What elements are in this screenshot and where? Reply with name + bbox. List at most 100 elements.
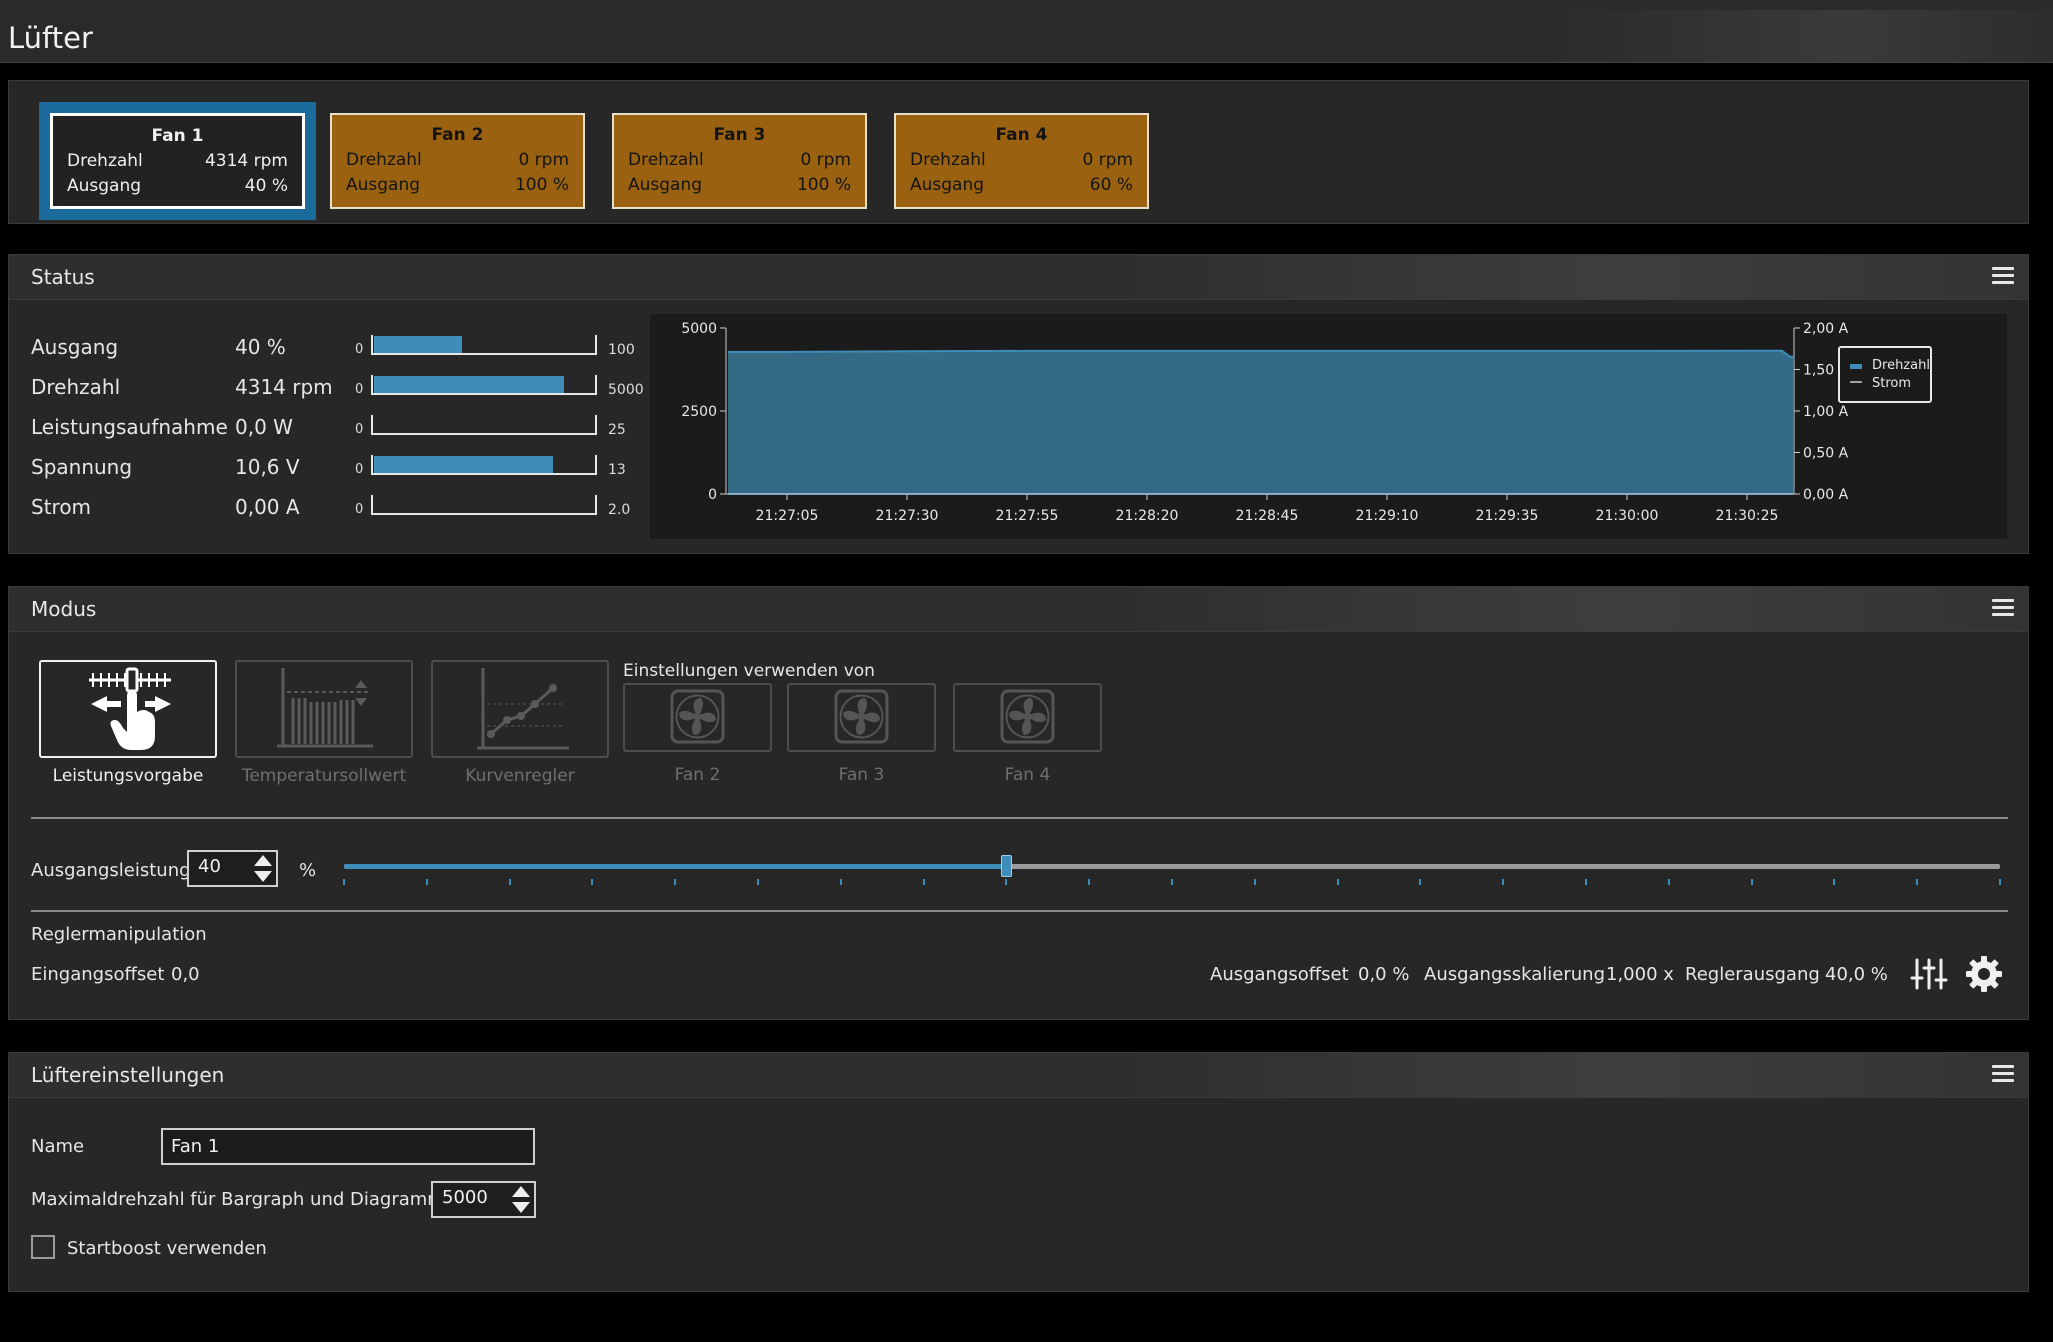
x-tick-label: 21:27:05 (756, 508, 819, 524)
bar-max-label: 2.0 (608, 502, 631, 518)
status-panel: Status Ausgang 40 % 0 100 Drehzahl 4314 … (8, 254, 2029, 554)
slider-tick (508, 879, 511, 885)
output-power-slider[interactable] (344, 855, 2000, 877)
slider-tick (1419, 879, 1422, 885)
fan-card-name: Fan 3 (713, 125, 766, 145)
copy-from-fan-4-button[interactable] (953, 683, 1102, 752)
fan-card-output: 60 % (1089, 175, 1133, 195)
divider (31, 910, 2008, 912)
bar-min-label: 0 (355, 422, 364, 437)
fan-card-rpm: 0 rpm (800, 150, 851, 170)
fan-card-4[interactable]: Fan 4 Drehzahl 0 rpm Ausgang 60 % (894, 113, 1149, 209)
status-value: 40 % (235, 335, 286, 359)
slider-tick (1750, 879, 1753, 885)
slider-tick (425, 879, 428, 885)
y-left-tick-label: 0 (708, 487, 717, 503)
startboost-checkbox[interactable] (31, 1235, 55, 1259)
fan-card-output: 40 % (244, 176, 288, 196)
bar-min-label: 0 (355, 382, 364, 397)
mode-label: Temperatursollwert (241, 766, 407, 786)
slider-tick (839, 879, 842, 885)
fan-selector-panel: Fan 1 Drehzahl 4314 rpm Ausgang 40 % Fan 2… (8, 80, 2029, 224)
fan-name-input[interactable]: Fan 1 (161, 1128, 535, 1165)
mode-kurvenregler-button[interactable] (431, 660, 609, 758)
output-power-stepper[interactable]: 40 (187, 850, 278, 887)
hamburger-menu-icon[interactable] (1992, 599, 2014, 617)
equalizer-settings-button[interactable] (1909, 954, 1949, 994)
title-bar: Lüfter (0, 10, 2053, 63)
copy-from-fan-2-button[interactable] (623, 683, 772, 752)
bar-max-label: 25 (608, 422, 626, 438)
slider-fill (344, 864, 1007, 869)
fan-card-3[interactable]: Fan 3 Drehzahl 0 rpm Ausgang 100 % (612, 113, 867, 209)
copy-from-fan-label: Fan 3 (838, 765, 885, 785)
fan-card-output: 100 % (514, 175, 569, 195)
fan-card-rpm-label: Drehzahl (910, 150, 986, 170)
stepper-up-icon[interactable] (512, 1186, 530, 1197)
name-label: Name (31, 1136, 85, 1157)
max-rpm-value: 5000 (442, 1187, 488, 1208)
stepper-down-icon[interactable] (254, 871, 272, 882)
slider-tick (1667, 879, 1670, 885)
slider-tick (1171, 879, 1173, 885)
y-left-tick-label: 2500 (681, 404, 717, 420)
top-strip (0, 0, 2053, 10)
copy-from-fan-3-button[interactable] (787, 683, 936, 752)
slider-tick (1253, 879, 1256, 885)
mode-temperatursollwert-button[interactable] (235, 660, 413, 758)
status-bargraph (371, 335, 597, 355)
status-label: Spannung (31, 455, 133, 479)
sliders-icon (1910, 958, 1948, 990)
curve-controller-icon (477, 668, 569, 750)
status-label: Drehzahl (31, 375, 121, 399)
status-label: Ausgang (31, 335, 119, 359)
x-tick-label: 21:28:20 (1116, 508, 1179, 524)
status-label: Leistungsaufnahme (31, 415, 228, 439)
status-title: Status (31, 265, 95, 289)
bar-fill (374, 376, 564, 393)
fan-settings-title: Lüftereinstellungen (31, 1063, 225, 1087)
status-value: 10,6 V (235, 455, 300, 479)
max-rpm-stepper[interactable]: 5000 (431, 1181, 536, 1218)
fan-card-2[interactable]: Fan 2 Drehzahl 0 rpm Ausgang 100 % (330, 113, 585, 209)
fan-icon (834, 689, 889, 744)
mode-label: Kurvenregler (465, 766, 575, 786)
fan-card-rpm: 4314 rpm (204, 151, 288, 171)
bar-max-label: 13 (608, 462, 626, 478)
x-tick-label: 21:27:30 (876, 508, 939, 524)
status-label: Strom (31, 495, 92, 519)
regler-output-value: 40,0 % (1825, 964, 1888, 985)
status-bargraph (371, 415, 597, 435)
status-bargraph (371, 495, 597, 515)
status-bargraph (371, 455, 597, 475)
mode-leistungsvorgabe-button[interactable] (39, 660, 217, 758)
stepper-down-icon[interactable] (512, 1202, 530, 1213)
stepper-up-icon[interactable] (254, 855, 272, 866)
x-tick-label: 21:29:35 (1476, 508, 1539, 524)
status-value: 4314 rpm (235, 375, 333, 399)
gear-icon (1966, 956, 2002, 992)
slider-tick (1916, 879, 1919, 885)
modus-title: Modus (31, 597, 97, 621)
hamburger-menu-icon[interactable] (1992, 1065, 2014, 1083)
copy-from-fan-label: Fan 4 (1004, 765, 1051, 785)
y-right-tick-label: 0,00 A (1803, 487, 1849, 503)
manual-slider-icon (89, 667, 171, 750)
fan-card-name: Fan 1 (151, 126, 204, 146)
hamburger-menu-icon[interactable] (1992, 267, 2014, 285)
slider-tick (343, 879, 345, 885)
slider-tick (922, 879, 925, 885)
slider-thumb[interactable] (1001, 855, 1013, 877)
fan-card-1[interactable]: Fan 1 Drehzahl 4314 rpm Ausgang 40 % (39, 102, 316, 220)
fan-card-output-label: Ausgang (67, 176, 142, 196)
slider-tick (1833, 879, 1836, 885)
slider-tick (1005, 879, 1008, 885)
fan-card-rpm-label: Drehzahl (346, 150, 422, 170)
legend-swatch-drehzahl (1850, 364, 1862, 369)
fan-card-output-label: Ausgang (628, 175, 703, 195)
y-left-tick-label: 5000 (681, 321, 717, 337)
controller-settings-button[interactable] (1964, 954, 2004, 994)
input-offset-label: Eingangsoffset (31, 964, 165, 985)
bar-min-label: 0 (355, 502, 364, 517)
max-rpm-label: Maximaldrehzahl für Bargraph und Diagram… (31, 1189, 445, 1210)
